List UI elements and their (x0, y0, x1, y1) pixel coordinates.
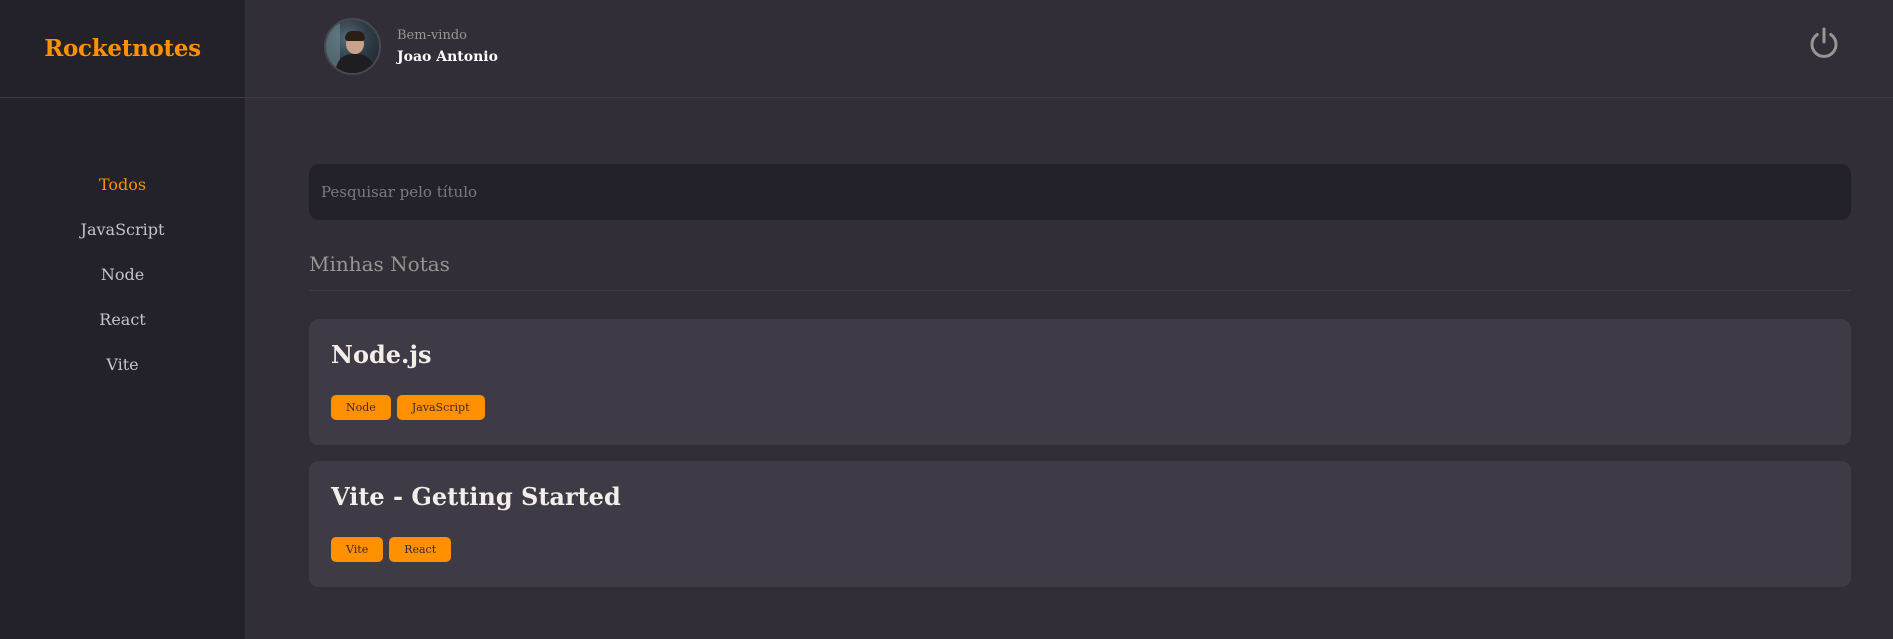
sidebar-item-javascript[interactable]: JavaScript (0, 207, 245, 252)
sidebar: Rocketnotes Todos JavaScript Node React … (0, 0, 245, 639)
note-tags: Vite React (331, 537, 1829, 562)
tag-badge: Vite (331, 537, 384, 562)
username[interactable]: Joao Antonio (397, 46, 498, 68)
search-input[interactable] (321, 183, 1839, 201)
search-box (309, 164, 1851, 220)
profile-text: Bem-vindo Joao Antonio (397, 26, 498, 68)
power-icon (1810, 27, 1838, 58)
note-title: Vite - Getting Started (331, 482, 621, 511)
header: Bem-vindo Joao Antonio (245, 0, 1893, 98)
welcome-text: Bem-vindo (397, 27, 467, 43)
notes-section: Minhas Notas Node.js Node JavaScript Vit… (309, 252, 1851, 587)
brand-logo[interactable]: Rocketnotes (44, 35, 201, 62)
sidebar-item-vite[interactable]: Vite (0, 342, 245, 387)
tag-filter-list: Todos JavaScript Node React Vite (0, 98, 245, 387)
section-title: Minhas Notas (309, 252, 1851, 291)
tag-badge: Node (331, 395, 391, 420)
avatar-hair (345, 31, 365, 41)
profile[interactable]: Bem-vindo Joao Antonio (324, 18, 498, 75)
avatar[interactable] (324, 18, 381, 75)
note-card[interactable]: Node.js Node JavaScript (309, 319, 1851, 445)
note-tags: Node JavaScript (331, 395, 1829, 420)
note-card[interactable]: Vite - Getting Started Vite React (309, 461, 1851, 587)
tag-badge: JavaScript (396, 395, 485, 420)
notes-list: Node.js Node JavaScript Vite - Getting S… (309, 319, 1851, 587)
note-title: Node.js (331, 340, 432, 369)
sidebar-item-node[interactable]: Node (0, 252, 245, 297)
avatar-body (336, 54, 374, 73)
tag-badge: React (389, 537, 452, 562)
sidebar-item-react[interactable]: React (0, 297, 245, 342)
brand: Rocketnotes (0, 0, 245, 98)
logout-button[interactable] (1807, 26, 1841, 60)
app-root: Rocketnotes Todos JavaScript Node React … (0, 0, 1893, 639)
sidebar-item-todos[interactable]: Todos (0, 162, 245, 207)
